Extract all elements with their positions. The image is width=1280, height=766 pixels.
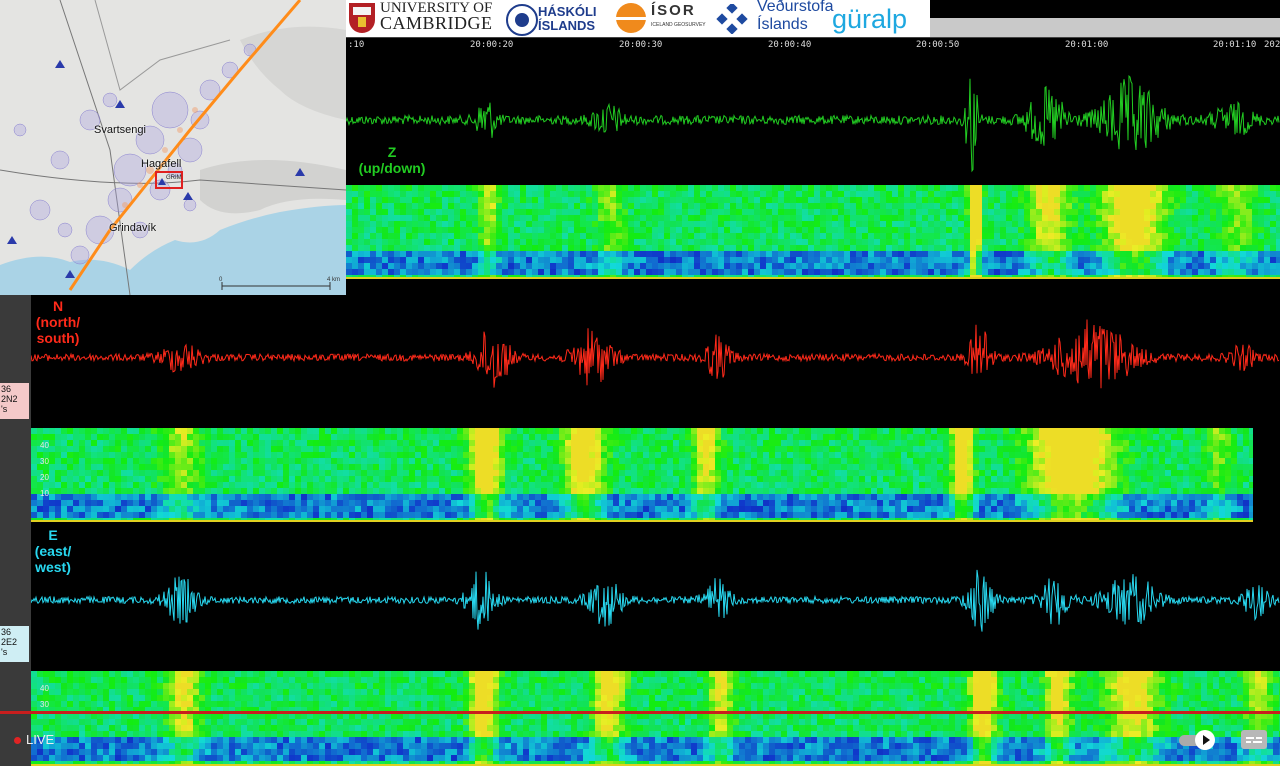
header-strip xyxy=(930,18,1280,37)
waveform-line xyxy=(31,319,1280,389)
freq-tick: 40 xyxy=(40,441,49,450)
partner-logos-bar: UNIVERSITY OF CAMBRIDGE HÁSKÓLI ÍSLANDS … xyxy=(346,0,930,37)
spectrogram-cells xyxy=(346,185,1280,279)
vedurstofa-cross-icon xyxy=(714,2,754,39)
guralp-logo: güralp xyxy=(832,4,908,34)
spectrogram-z xyxy=(346,185,1280,279)
waveform-line xyxy=(31,569,1280,632)
left-gutter xyxy=(0,295,31,766)
spectrogram-e xyxy=(31,671,1280,766)
scale-end: 4 km xyxy=(327,277,341,283)
spectrogram-n xyxy=(31,428,1253,522)
channel-letter: Z xyxy=(387,144,397,160)
station-code-label: GRIM xyxy=(166,175,182,181)
waveform-e xyxy=(31,569,1280,632)
freq-tick: 30 xyxy=(40,457,49,466)
channel-direction: (north/ xyxy=(35,314,81,330)
channel-letter: E xyxy=(48,527,58,543)
captions-icon[interactable] xyxy=(1241,730,1267,749)
spectrogram-cells xyxy=(31,428,1253,522)
channel-direction: (east/ xyxy=(34,543,72,559)
freq-tick: 40 xyxy=(40,684,49,693)
station-label-line: 's xyxy=(1,647,8,657)
location-map: Svartsengi Hagafell Grindavík GRIM 0 4 k… xyxy=(0,0,346,295)
live-dot-icon xyxy=(14,737,21,745)
haskoli-line1: HÁSKÓLI xyxy=(538,4,597,19)
place-svartsengi: Svartsengi xyxy=(94,124,146,136)
station-label-line: 's xyxy=(1,404,8,414)
spectrogram-cells xyxy=(31,671,1280,766)
station-label-line: 36 xyxy=(1,384,12,394)
time-tick: 20:00:30 xyxy=(619,40,663,50)
progress-bar[interactable] xyxy=(0,711,1280,714)
waveform-line xyxy=(346,74,1280,173)
vedurstofa-line1: Veðurstofa xyxy=(757,0,834,15)
vedurstofa-line2: Íslands xyxy=(757,16,808,33)
isor-name: ÍSOR xyxy=(651,2,696,19)
channel-label-n: N (north/ south) xyxy=(33,298,83,346)
map-graphic xyxy=(0,0,346,295)
spectrogram-baseline xyxy=(346,277,1280,279)
isor-logo-icon xyxy=(616,3,646,33)
spectrogram-baseline xyxy=(31,520,1253,522)
freq-tick: 20 xyxy=(40,473,49,482)
waveform-z xyxy=(346,74,1280,173)
channel-direction: west) xyxy=(35,559,71,575)
station-label-line: 36 xyxy=(1,627,12,637)
channel-letter: N xyxy=(52,298,64,314)
time-tick: 20:00:50 xyxy=(916,40,960,50)
time-tick: 20:01:10 xyxy=(1213,40,1257,50)
time-tick: 20:01:00 xyxy=(1065,40,1109,50)
channel-direction: south) xyxy=(36,330,80,346)
channel-label-e: E (east/ west) xyxy=(30,527,76,575)
channel-direction: (up/down) xyxy=(358,160,426,176)
station-label-e: 36 2E2 's xyxy=(0,626,29,662)
place-grindavik: Grindavík xyxy=(109,222,157,234)
waveform-n xyxy=(31,319,1280,389)
time-tick: 20:00:20 xyxy=(470,40,514,50)
time-tick: :10 xyxy=(348,40,365,50)
haskoli-seal-icon xyxy=(506,4,538,36)
freq-tick: 10 xyxy=(40,489,49,498)
station-label-line: 2N2 xyxy=(1,394,18,404)
place-hagafell: Hagafell xyxy=(141,158,182,170)
cambridge-shield-icon xyxy=(349,3,375,33)
time-tick: 20:00:40 xyxy=(768,40,812,50)
time-tick: 202 xyxy=(1264,40,1280,50)
scale-start: 0 xyxy=(219,277,223,283)
haskoli-line2: ÍSLANDS xyxy=(538,18,596,33)
autoplay-toggle[interactable] xyxy=(1179,730,1217,750)
channel-label-z: Z (up/down) xyxy=(352,144,432,176)
freq-axis-e: 40 30 xyxy=(40,681,49,713)
time-axis: :10 20:00:20 20:00:30 20:00:40 20:00:50 … xyxy=(346,37,1280,54)
isor-sub: ICELAND GEOSURVEY xyxy=(651,22,706,28)
station-label-n: 36 2N2 's xyxy=(0,383,29,419)
live-label: LIVE xyxy=(26,732,55,747)
cambridge-line2: CAMBRIDGE xyxy=(380,13,493,33)
freq-axis-n: 40 30 20 10 xyxy=(40,438,49,502)
live-indicator[interactable]: LIVE xyxy=(14,732,54,747)
station-label-line: 2E2 xyxy=(1,637,18,647)
